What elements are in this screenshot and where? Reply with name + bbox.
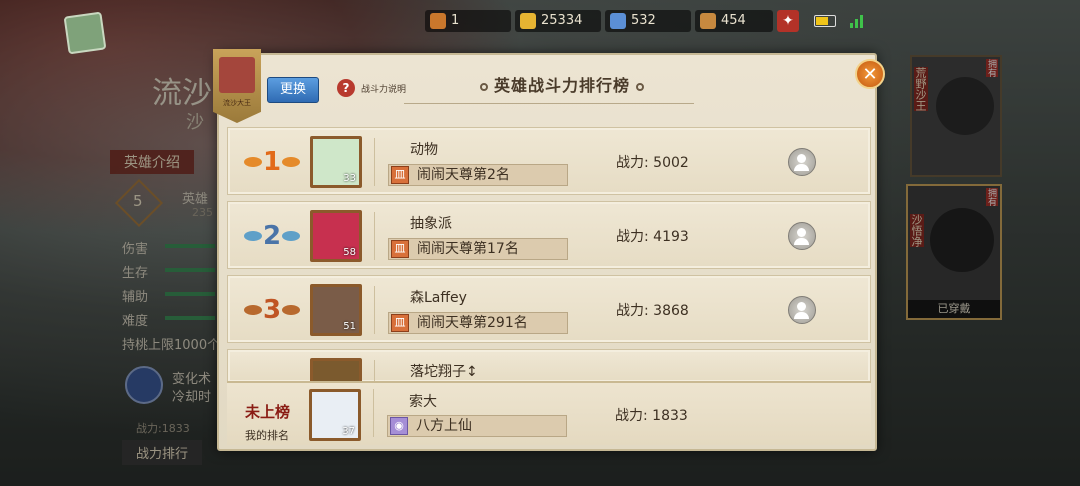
my-power-value: 战力: 1833 — [615, 408, 688, 424]
title-badge-icon: 皿 — [391, 166, 409, 184]
title-badge-icon: ◉ — [390, 417, 408, 435]
row-divider — [374, 286, 375, 334]
banner-hero-name: 流沙大王 — [223, 99, 251, 107]
rank-badge: 1 — [244, 146, 300, 178]
player-name: 动物 — [410, 142, 438, 158]
title-ornament-icon — [480, 82, 488, 91]
player-title: 皿 闹闹天尊第2名 — [388, 164, 568, 186]
ranking-modal: 流沙大王 更换 ? 战斗力说明 英雄战斗力排行榜 ✕ 1 33 动物 皿 闹闹天… — [213, 49, 885, 451]
rank-badge: 2 — [244, 220, 300, 252]
title-badge-icon: 皿 — [391, 314, 409, 332]
row-divider — [374, 212, 375, 260]
modal-title: 英雄战斗力排行榜 — [474, 72, 650, 96]
add-friend-icon[interactable] — [788, 222, 816, 250]
gem-icon — [610, 13, 626, 29]
row-divider — [374, 360, 375, 382]
my-rank-status: 未上榜 — [245, 403, 291, 421]
help-text: 战斗力说明 — [361, 84, 407, 95]
resource-gold: 25334 — [515, 10, 601, 32]
player-avatar[interactable] — [310, 358, 362, 382]
power-value: 战力: 3868 — [616, 303, 689, 319]
player-avatar[interactable]: 33 — [310, 136, 362, 188]
power-help-button[interactable]: ? 战斗力说明 — [337, 79, 406, 97]
player-avatar[interactable]: 58 — [310, 210, 362, 262]
torch-icon — [430, 13, 446, 29]
resource-gem: 532 — [605, 10, 691, 32]
row-divider — [374, 138, 375, 186]
title-ornament-icon — [636, 82, 645, 91]
hero-level: 33 — [343, 173, 356, 184]
player-name: 落坨翔子↕ — [410, 364, 478, 380]
rank-badge: 3 — [244, 294, 300, 326]
add-friend-icon[interactable] — [788, 148, 816, 176]
question-icon: ? — [337, 79, 355, 97]
my-title: ◉ 八方上仙 — [387, 415, 567, 437]
ranking-row[interactable]: 2 58 抽象派 皿 闹闹天尊第17名 战力: 4193 — [227, 201, 871, 269]
player-title: 皿 闹闹天尊第291名 — [388, 312, 568, 334]
my-rank-row: 未上榜 我的排名 37 索大 ◉ 八方上仙 战力: 1833 — [227, 381, 871, 445]
title-divider — [404, 103, 694, 104]
current-hero-banner: 流沙大王 — [213, 49, 261, 123]
gate-icon — [700, 13, 716, 29]
ranking-row[interactable]: 落坨翔子↕ — [227, 349, 871, 383]
player-avatar[interactable]: 51 — [310, 284, 362, 336]
resource-gate: 454 — [695, 10, 773, 32]
back-badge-icon[interactable] — [63, 11, 107, 55]
player-title: 皿 闹闹天尊第17名 — [388, 238, 568, 260]
resource-torch: 1 — [425, 10, 511, 32]
battery-icon — [814, 15, 836, 27]
row-divider — [373, 389, 374, 437]
my-rank-label: 我的排名 — [245, 429, 289, 442]
add-friend-icon[interactable] — [788, 296, 816, 324]
title-badge-icon: 皿 — [391, 240, 409, 258]
swap-hero-button[interactable]: 更换 — [267, 77, 319, 103]
gold-ingot-icon — [520, 13, 536, 29]
player-name: 森Laffey — [410, 290, 467, 306]
player-name: 抽象派 — [410, 216, 452, 232]
hero-level: 51 — [343, 321, 356, 332]
ranking-row[interactable]: 3 51 森Laffey 皿 闹闹天尊第291名 战力: 3868 — [227, 275, 871, 343]
my-name: 索大 — [409, 394, 437, 410]
power-value: 战力: 5002 — [616, 155, 689, 171]
signal-icon — [850, 12, 866, 28]
my-avatar[interactable]: 37 — [309, 389, 361, 441]
hero-level: 58 — [343, 247, 356, 258]
power-value: 战力: 4193 — [616, 229, 689, 245]
ranking-row[interactable]: 1 33 动物 皿 闹闹天尊第2名 战力: 5002 — [227, 127, 871, 195]
add-resource-button[interactable]: ✦ — [777, 10, 799, 32]
hero-avatar — [219, 57, 255, 93]
close-button[interactable]: ✕ — [855, 59, 885, 89]
hero-level: 37 — [342, 426, 355, 437]
